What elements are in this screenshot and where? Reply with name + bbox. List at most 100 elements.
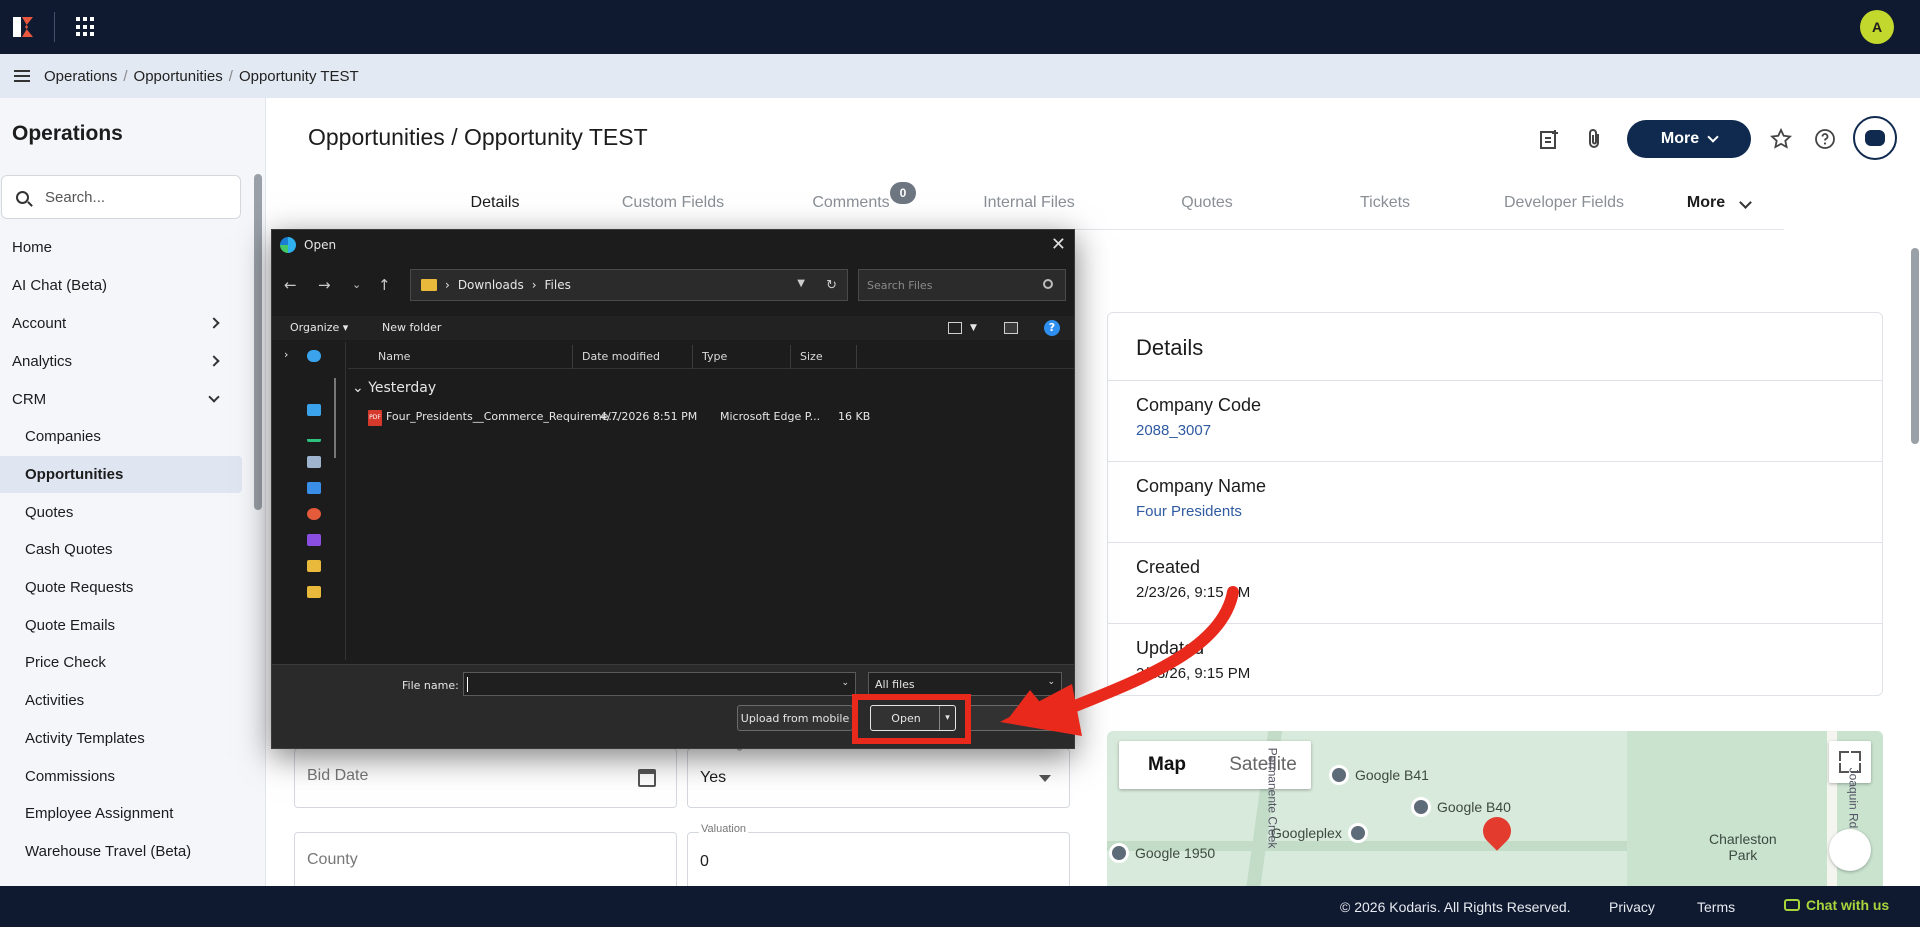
- sidebar-item-label: Price Check: [25, 654, 106, 672]
- sidebar-item-cash-quotes[interactable]: Cash Quotes: [0, 531, 242, 569]
- desktop-icon[interactable]: [307, 404, 321, 416]
- map-poi[interactable]: Google 1950: [1109, 843, 1215, 863]
- tab-comments[interactable]: Comments: [812, 194, 889, 212]
- address-bar[interactable]: › Downloads › Files ▼ ↻: [410, 269, 848, 301]
- search-files-input[interactable]: Search Files: [858, 269, 1066, 301]
- column-type[interactable]: Type: [702, 350, 727, 363]
- forward-arrow-icon[interactable]: →: [318, 276, 331, 294]
- sidebar-item-label: Analytics: [12, 352, 73, 370]
- map[interactable]: Map Satellite Google B41 Google B40 Goog…: [1107, 731, 1883, 887]
- tab-custom-fields[interactable]: Custom Fields: [622, 194, 724, 212]
- calendar-icon[interactable]: [638, 769, 656, 787]
- privacy-link[interactable]: Privacy: [1609, 899, 1655, 915]
- avatar[interactable]: A: [1860, 10, 1894, 44]
- list-item[interactable]: PDF Four_Presidents__Commerce_Requireme.…: [368, 408, 968, 426]
- column-date-modified[interactable]: Date modified: [582, 350, 660, 363]
- apps-grid-icon[interactable]: [76, 17, 96, 37]
- back-arrow-icon[interactable]: ←: [284, 276, 297, 294]
- sidebar-item-commissions[interactable]: Commissions: [0, 757, 242, 795]
- file-name-input[interactable]: ⌄: [463, 672, 856, 696]
- sidebar-item-account[interactable]: Account: [0, 304, 242, 342]
- recent-locations-chevron-icon[interactable]: ⌄: [352, 278, 361, 291]
- company-name-link[interactable]: Four Presidents: [1136, 503, 1882, 520]
- sidebar-item-quotes[interactable]: Quotes: [0, 493, 242, 531]
- path-item-files[interactable]: Files: [545, 278, 571, 292]
- map-poi[interactable]: Googleplex: [1271, 823, 1368, 843]
- sidebar-item-price-check[interactable]: Price Check: [0, 644, 242, 682]
- map-poi[interactable]: Google B40: [1411, 797, 1511, 817]
- view-dropdown-icon[interactable]: ▼: [970, 323, 977, 333]
- terms-link[interactable]: Terms: [1697, 899, 1735, 915]
- sidebar-item-quote-requests[interactable]: Quote Requests: [0, 569, 242, 607]
- tab-quotes[interactable]: Quotes: [1181, 194, 1233, 212]
- county-field[interactable]: County: [294, 832, 677, 892]
- sidebar-item-employee-assignment[interactable]: Employee Assignment: [0, 795, 242, 833]
- breadcrumb-item-operations[interactable]: Operations: [44, 68, 117, 85]
- close-icon[interactable]: ✕: [1051, 234, 1066, 255]
- sidebar-item-activity-templates[interactable]: Activity Templates: [0, 720, 242, 758]
- preview-pane-icon[interactable]: [1004, 322, 1018, 334]
- nav-scrollbar[interactable]: [334, 378, 336, 458]
- sidebar-search-input[interactable]: Search...: [1, 175, 241, 219]
- organize-menu[interactable]: Organize ▾: [290, 321, 348, 334]
- sidebar-item-analytics[interactable]: Analytics: [0, 342, 242, 380]
- map-view-button[interactable]: Map: [1119, 754, 1215, 776]
- sidebar-item-quote-emails[interactable]: Quote Emails: [0, 606, 242, 644]
- company-code-link[interactable]: 2088_3007: [1136, 422, 1882, 439]
- kodaris-logo-icon[interactable]: [10, 14, 36, 40]
- sidebar-item-warehouse-travel[interactable]: Warehouse Travel (Beta): [0, 833, 242, 871]
- sidebar-item-companies[interactable]: Companies: [0, 418, 242, 456]
- music-icon[interactable]: [307, 508, 321, 520]
- tab-internal-files[interactable]: Internal Files: [983, 194, 1075, 212]
- tracking-select[interactable]: Tracking Yes: [687, 739, 1070, 808]
- valuation-field[interactable]: Valuation 0: [687, 823, 1070, 892]
- bid-date-field[interactable]: Bid Date: [294, 748, 677, 808]
- map-poi[interactable]: Google B41: [1329, 765, 1429, 785]
- satellite-view-button[interactable]: Satellite: [1215, 754, 1311, 776]
- ai-assistant-button[interactable]: [1853, 116, 1897, 160]
- folder-icon[interactable]: [307, 560, 321, 572]
- folder-icon[interactable]: [307, 586, 321, 598]
- column-size[interactable]: Size: [800, 350, 823, 363]
- more-button[interactable]: More: [1627, 120, 1751, 158]
- footer: © 2026 Kodaris. All Rights Reserved. Pri…: [0, 886, 1920, 927]
- sidebar-item-home[interactable]: Home: [0, 228, 242, 266]
- upload-from-mobile-button[interactable]: Upload from mobile: [737, 705, 853, 731]
- paperclip-icon[interactable]: [1582, 126, 1608, 152]
- sidebar-item-crm[interactable]: CRM: [0, 380, 242, 418]
- hamburger-menu-icon[interactable]: [14, 70, 30, 82]
- tab-tickets[interactable]: Tickets: [1360, 194, 1410, 212]
- new-folder-button[interactable]: New folder: [382, 321, 441, 334]
- file-size: 16 KB: [838, 410, 871, 423]
- videos-icon[interactable]: [307, 534, 321, 546]
- expand-chevron-icon[interactable]: ›: [284, 348, 288, 361]
- add-note-icon[interactable]: [1536, 126, 1562, 152]
- documents-icon[interactable]: [307, 456, 321, 468]
- up-arrow-icon[interactable]: ↑: [378, 276, 391, 294]
- main-scrollbar[interactable]: [1911, 248, 1919, 444]
- downloads-icon[interactable]: [307, 430, 321, 442]
- tab-details[interactable]: Details: [471, 194, 520, 212]
- chevron-down-icon[interactable]: ⌄: [841, 678, 849, 688]
- sidebar-item-activities[interactable]: Activities: [0, 682, 242, 720]
- sidebar-item-ai-chat[interactable]: AI Chat (Beta): [0, 266, 242, 304]
- map-move-icon[interactable]: [1829, 829, 1871, 871]
- help-icon[interactable]: [1812, 126, 1838, 152]
- view-options-icon[interactable]: [948, 322, 962, 334]
- refresh-icon[interactable]: ↻: [826, 278, 837, 293]
- file-group-header[interactable]: ⌄ Yesterday: [352, 380, 436, 396]
- map-poi[interactable]: Charleston Park: [1709, 831, 1777, 863]
- path-item-downloads[interactable]: Downloads: [458, 278, 524, 292]
- help-icon[interactable]: ?: [1044, 320, 1060, 336]
- star-icon[interactable]: [1768, 126, 1794, 152]
- tab-more[interactable]: More: [1687, 194, 1725, 212]
- sidebar-scrollbar[interactable]: [254, 174, 262, 510]
- pictures-icon[interactable]: [307, 482, 321, 494]
- onedrive-icon[interactable]: [307, 350, 321, 362]
- sidebar-item-opportunities[interactable]: Opportunities: [0, 455, 242, 494]
- column-name[interactable]: Name: [378, 350, 410, 363]
- chevron-down-icon[interactable]: ▼: [797, 278, 805, 289]
- tab-developer-fields[interactable]: Developer Fields: [1504, 194, 1624, 212]
- chat-with-us-button[interactable]: Chat with us: [1784, 897, 1889, 913]
- breadcrumb-item-opportunities[interactable]: Opportunities: [134, 68, 223, 85]
